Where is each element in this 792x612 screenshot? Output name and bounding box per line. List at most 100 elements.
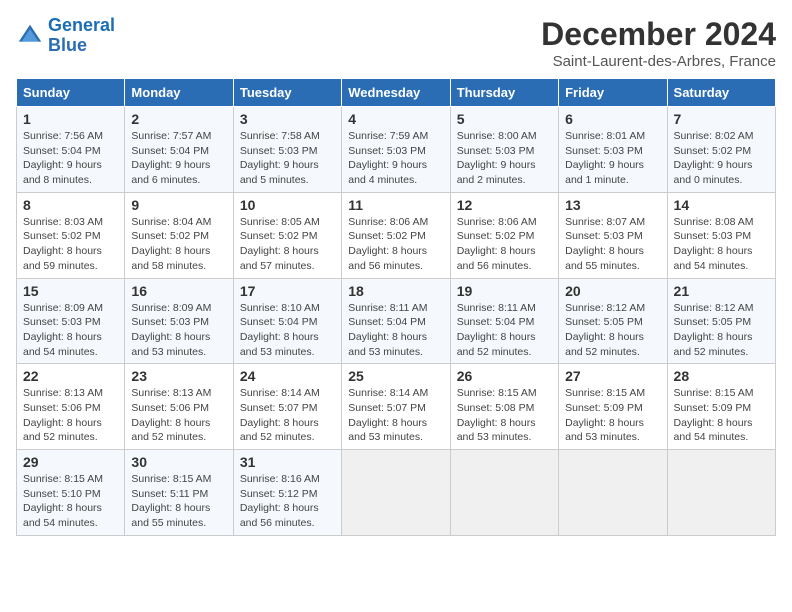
day-detail: Sunrise: 8:03 AMSunset: 5:02 PMDaylight:…: [23, 215, 118, 274]
header: General Blue December 2024 Saint-Laurent…: [16, 16, 776, 70]
day-detail: Sunrise: 8:14 AMSunset: 5:07 PMDaylight:…: [240, 386, 335, 445]
day-detail: Sunrise: 7:57 AMSunset: 5:04 PMDaylight:…: [131, 129, 226, 188]
week-row-4: 22 Sunrise: 8:13 AMSunset: 5:06 PMDayligh…: [17, 364, 776, 450]
day-number: 16: [131, 283, 226, 299]
weekday-header-saturday: Saturday: [667, 79, 775, 107]
logo-icon: [16, 22, 44, 50]
day-cell: 22 Sunrise: 8:13 AMSunset: 5:06 PMDayligh…: [17, 364, 125, 450]
day-detail: Sunrise: 8:08 AMSunset: 5:03 PMDaylight:…: [674, 215, 769, 274]
day-number: 30: [131, 454, 226, 470]
day-number: 4: [348, 111, 443, 127]
day-number: 25: [348, 368, 443, 384]
day-detail: Sunrise: 8:15 AMSunset: 5:09 PMDaylight:…: [674, 386, 769, 445]
week-row-1: 1 Sunrise: 7:56 AMSunset: 5:04 PMDaylight…: [17, 107, 776, 193]
day-number: 28: [674, 368, 769, 384]
day-cell: 4 Sunrise: 7:59 AMSunset: 5:03 PMDaylight…: [342, 107, 450, 193]
day-cell: 5 Sunrise: 8:00 AMSunset: 5:03 PMDaylight…: [450, 107, 558, 193]
day-detail: Sunrise: 8:06 AMSunset: 5:02 PMDaylight:…: [348, 215, 443, 274]
day-number: 8: [23, 197, 118, 213]
day-detail: Sunrise: 8:16 AMSunset: 5:12 PMDaylight:…: [240, 472, 335, 531]
sub-title: Saint-Laurent-des-Arbres, France: [541, 53, 776, 70]
week-row-5: 29 Sunrise: 8:15 AMSunset: 5:10 PMDayligh…: [17, 450, 776, 536]
day-cell: 27 Sunrise: 8:15 AMSunset: 5:09 PMDayligh…: [559, 364, 667, 450]
day-detail: Sunrise: 8:11 AMSunset: 5:04 PMDaylight:…: [348, 301, 443, 360]
day-detail: Sunrise: 8:14 AMSunset: 5:07 PMDaylight:…: [348, 386, 443, 445]
day-cell: 31 Sunrise: 8:16 AMSunset: 5:12 PMDayligh…: [233, 450, 341, 536]
weekday-header-thursday: Thursday: [450, 79, 558, 107]
day-cell: 26 Sunrise: 8:15 AMSunset: 5:08 PMDayligh…: [450, 364, 558, 450]
day-number: 29: [23, 454, 118, 470]
day-number: 13: [565, 197, 660, 213]
week-row-2: 8 Sunrise: 8:03 AMSunset: 5:02 PMDaylight…: [17, 192, 776, 278]
day-number: 27: [565, 368, 660, 384]
day-detail: Sunrise: 7:59 AMSunset: 5:03 PMDaylight:…: [348, 129, 443, 188]
calendar-table: SundayMondayTuesdayWednesdayThursdayFrid…: [16, 78, 776, 536]
weekday-header-tuesday: Tuesday: [233, 79, 341, 107]
day-detail: Sunrise: 8:00 AMSunset: 5:03 PMDaylight:…: [457, 129, 552, 188]
weekday-header-sunday: Sunday: [17, 79, 125, 107]
day-detail: Sunrise: 8:12 AMSunset: 5:05 PMDaylight:…: [674, 301, 769, 360]
day-number: 24: [240, 368, 335, 384]
day-detail: Sunrise: 8:15 AMSunset: 5:08 PMDaylight:…: [457, 386, 552, 445]
day-cell: 1 Sunrise: 7:56 AMSunset: 5:04 PMDaylight…: [17, 107, 125, 193]
day-number: 21: [674, 283, 769, 299]
day-number: 11: [348, 197, 443, 213]
day-number: 18: [348, 283, 443, 299]
day-number: 1: [23, 111, 118, 127]
day-cell: 9Sunrise: 8:04 AMSunset: 5:02 PMDaylight…: [125, 192, 233, 278]
logo-line2: Blue: [48, 35, 87, 55]
day-number: 6: [565, 111, 660, 127]
day-detail: Sunrise: 8:15 AMSunset: 5:11 PMDaylight:…: [131, 472, 226, 531]
day-number: 14: [674, 197, 769, 213]
day-cell: 14 Sunrise: 8:08 AMSunset: 5:03 PMDayligh…: [667, 192, 775, 278]
day-cell: 17 Sunrise: 8:10 AMSunset: 5:04 PMDayligh…: [233, 278, 341, 364]
day-detail: Sunrise: 8:04 AMSunset: 5:02 PMDaylight:…: [131, 215, 226, 274]
day-cell: 7Sunrise: 8:02 AMSunset: 5:02 PMDaylight…: [667, 107, 775, 193]
day-detail: Sunrise: 8:01 AMSunset: 5:03 PMDaylight:…: [565, 129, 660, 188]
day-cell: 23 Sunrise: 8:13 AMSunset: 5:06 PMDayligh…: [125, 364, 233, 450]
day-cell: 25 Sunrise: 8:14 AMSunset: 5:07 PMDayligh…: [342, 364, 450, 450]
day-number: 22: [23, 368, 118, 384]
day-number: 23: [131, 368, 226, 384]
day-cell: [667, 450, 775, 536]
day-cell: 2 Sunrise: 7:57 AMSunset: 5:04 PMDaylight…: [125, 107, 233, 193]
day-number: 17: [240, 283, 335, 299]
day-detail: Sunrise: 8:11 AMSunset: 5:04 PMDaylight:…: [457, 301, 552, 360]
day-detail: Sunrise: 8:15 AMSunset: 5:09 PMDaylight:…: [565, 386, 660, 445]
day-detail: Sunrise: 8:15 AMSunset: 5:10 PMDaylight:…: [23, 472, 118, 531]
day-cell: 15Sunrise: 8:09 AMSunset: 5:03 PMDayligh…: [17, 278, 125, 364]
title-area: December 2024 Saint-Laurent-des-Arbres, …: [541, 16, 776, 70]
day-detail: Sunrise: 8:10 AMSunset: 5:04 PMDaylight:…: [240, 301, 335, 360]
day-number: 2: [131, 111, 226, 127]
weekday-header-monday: Monday: [125, 79, 233, 107]
day-detail: Sunrise: 8:06 AMSunset: 5:02 PMDaylight:…: [457, 215, 552, 274]
day-cell: 8 Sunrise: 8:03 AMSunset: 5:02 PMDaylight…: [17, 192, 125, 278]
day-cell: 24 Sunrise: 8:14 AMSunset: 5:07 PMDayligh…: [233, 364, 341, 450]
day-number: 31: [240, 454, 335, 470]
day-cell: 30 Sunrise: 8:15 AMSunset: 5:11 PMDayligh…: [125, 450, 233, 536]
day-cell: 20Sunrise: 8:12 AMSunset: 5:05 PMDayligh…: [559, 278, 667, 364]
day-number: 12: [457, 197, 552, 213]
day-number: 10: [240, 197, 335, 213]
day-detail: Sunrise: 8:09 AMSunset: 5:03 PMDaylight:…: [131, 301, 226, 360]
day-cell: 3Sunrise: 7:58 AMSunset: 5:03 PMDaylight…: [233, 107, 341, 193]
day-cell: [450, 450, 558, 536]
day-cell: 11 Sunrise: 8:06 AMSunset: 5:02 PMDayligh…: [342, 192, 450, 278]
day-detail: Sunrise: 8:13 AMSunset: 5:06 PMDaylight:…: [23, 386, 118, 445]
weekday-header-row: SundayMondayTuesdayWednesdayThursdayFrid…: [17, 79, 776, 107]
day-detail: Sunrise: 8:13 AMSunset: 5:06 PMDaylight:…: [131, 386, 226, 445]
day-detail: Sunrise: 8:02 AMSunset: 5:02 PMDaylight:…: [674, 129, 769, 188]
day-detail: Sunrise: 7:58 AMSunset: 5:03 PMDaylight:…: [240, 129, 335, 188]
logo-line1: General: [48, 15, 115, 35]
calendar-body: 1 Sunrise: 7:56 AMSunset: 5:04 PMDaylight…: [17, 107, 776, 536]
day-number: 19: [457, 283, 552, 299]
day-detail: Sunrise: 7:56 AMSunset: 5:04 PMDaylight:…: [23, 129, 118, 188]
main-title: December 2024: [541, 16, 776, 53]
day-cell: 18 Sunrise: 8:11 AMSunset: 5:04 PMDayligh…: [342, 278, 450, 364]
day-cell: [559, 450, 667, 536]
day-number: 5: [457, 111, 552, 127]
day-number: 26: [457, 368, 552, 384]
logo-text: General Blue: [48, 16, 115, 56]
logo: General Blue: [16, 16, 115, 56]
day-cell: 21 Sunrise: 8:12 AMSunset: 5:05 PMDayligh…: [667, 278, 775, 364]
